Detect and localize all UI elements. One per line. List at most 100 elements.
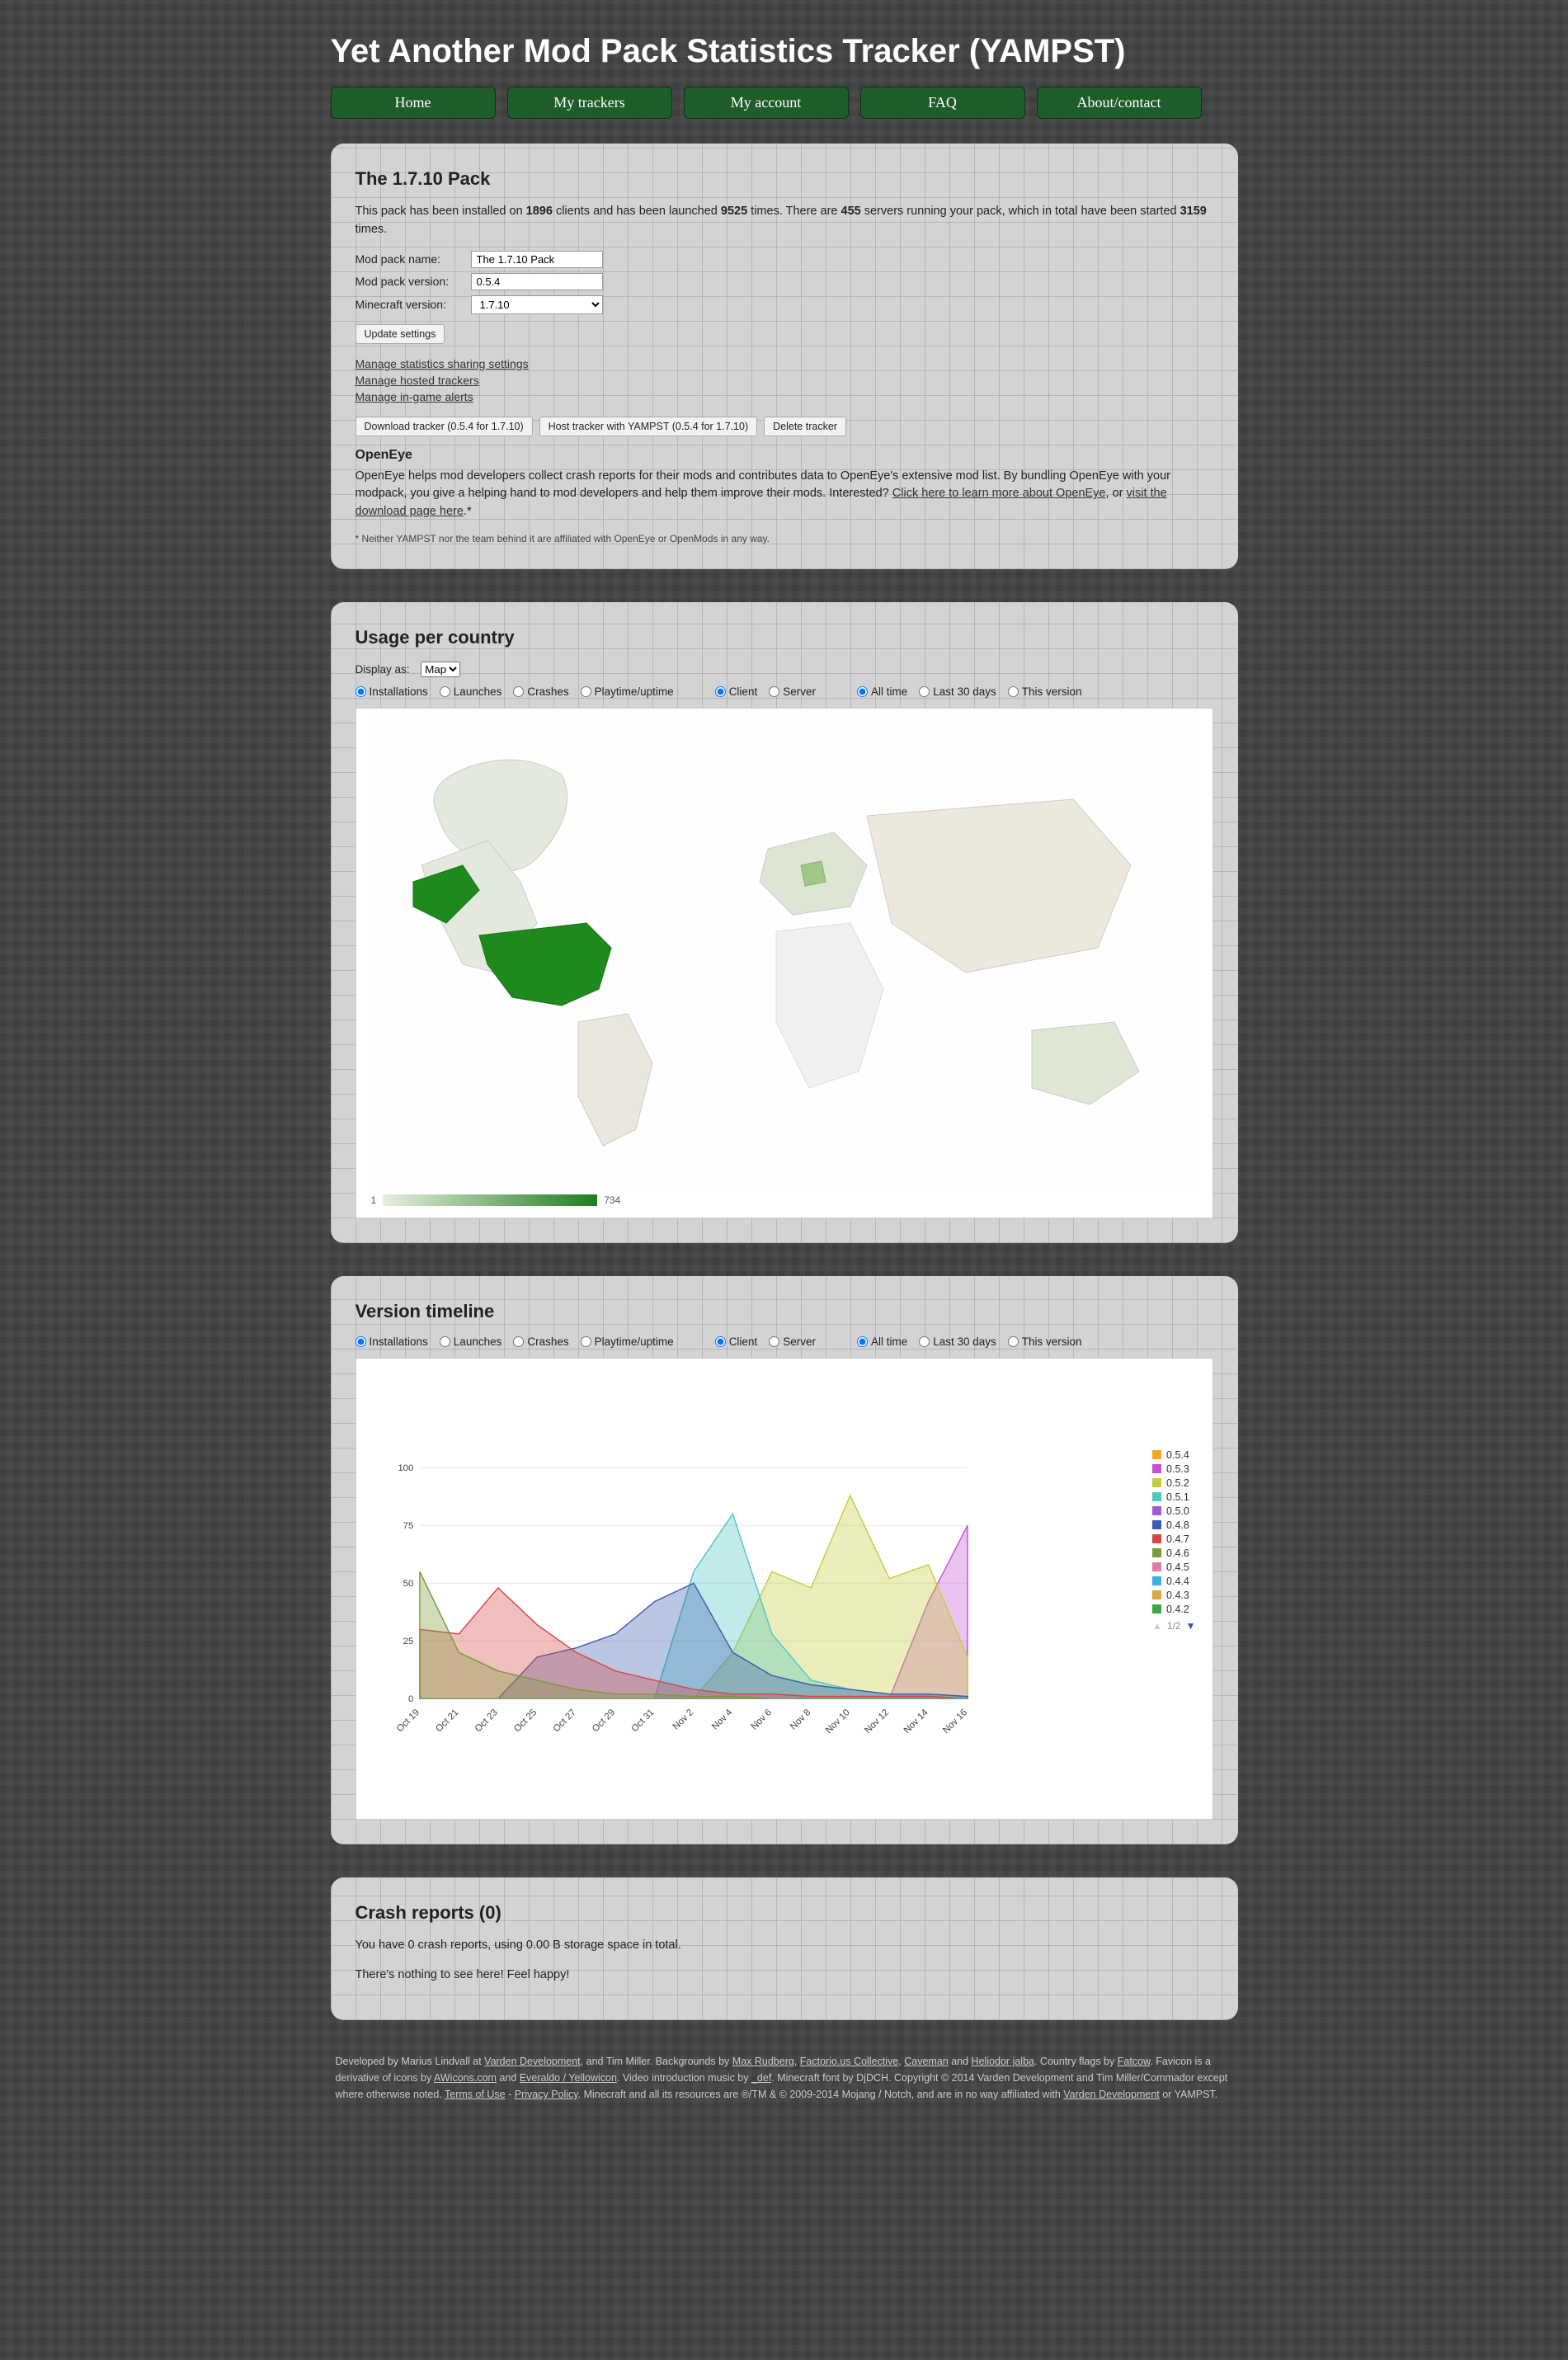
radio-tt-last-30-days[interactable]: Last 30 days [919,1335,996,1348]
radio-ut-all-time[interactable]: All time [857,685,907,698]
legend-item: 0.5.1 [1152,1491,1195,1503]
svg-text:50: 50 [403,1579,413,1589]
timeline-panel: Version timeline Installations Launches Cr… [331,1276,1238,1844]
legend-item: 0.4.6 [1152,1547,1195,1559]
pack-stats-text: This pack has been installed on 1896 cli… [356,203,1213,239]
main-nav: Home My trackers My account FAQ About/co… [331,87,1238,119]
radio-um-crashes[interactable]: Crashes [513,685,568,698]
nav-account[interactable]: My account [684,87,849,119]
nav-about[interactable]: About/contact [1037,87,1202,119]
footer-link[interactable]: Varden Development [1063,2089,1160,2100]
radio-um-installations[interactable]: Installations [356,685,428,698]
svg-text:Oct 25: Oct 25 [512,1708,539,1734]
timeline-svg: 0255075100Oct 19Oct 21Oct 23Oct 25Oct 27… [373,1383,983,1779]
nav-home[interactable]: Home [331,87,496,119]
svg-text:75: 75 [403,1521,413,1531]
radio-tm-crashes[interactable]: Crashes [513,1335,568,1348]
delete-tracker-button[interactable]: Delete tracker [764,417,846,436]
manage-hosted-link[interactable]: Manage hosted trackers [356,374,1213,387]
footer: Developed by Marius Lindvall at Varden D… [331,2053,1238,2103]
manage-alerts-link[interactable]: Manage in-game alerts [356,390,1213,403]
crash-line2: There's nothing to see here! Feel happy! [356,1967,1213,1985]
timeline-chart[interactable]: 0255075100Oct 19Oct 21Oct 23Oct 25Oct 27… [356,1358,1213,1820]
legend-item: 0.5.4 [1152,1449,1195,1461]
legend-item: 0.4.3 [1152,1590,1195,1601]
crash-panel: Crash reports (0) You have 0 crash repor… [331,1877,1238,2021]
radio-ut-last-30-days[interactable]: Last 30 days [919,685,996,698]
timeline-legend: 0.5.40.5.30.5.20.5.10.5.00.4.80.4.70.4.6… [1152,1449,1195,1634]
pack-panel: The 1.7.10 Pack This pack has been insta… [331,144,1238,569]
radio-us-client[interactable]: Client [715,685,758,698]
radio-ts-server[interactable]: Server [769,1335,816,1348]
usage-filters: Installations Launches Crashes Playtime/upt… [356,685,1213,698]
display-as-select[interactable]: Map [421,662,460,677]
svg-text:Nov 2: Nov 2 [671,1708,695,1731]
radio-um-playtime-uptime[interactable]: Playtime/uptime [581,685,674,698]
legend-item: 0.5.0 [1152,1505,1195,1517]
radio-ts-client[interactable]: Client [715,1335,758,1348]
legend-pager[interactable]: ▲ 1/2 ▼ [1152,1620,1195,1632]
openeye-learn-link[interactable]: Click here to learn more about OpenEye [892,487,1106,500]
footer-link[interactable]: AWicons.com [434,2072,497,2084]
legend-min: 1 [371,1194,377,1206]
timeline-title: Version timeline [356,1301,1213,1322]
openeye-heading: OpenEye [356,448,1213,463]
footer-link[interactable]: Fatcow [1118,2056,1151,2067]
svg-text:Oct 21: Oct 21 [434,1708,460,1734]
svg-text:0: 0 [408,1694,413,1704]
footer-link[interactable]: _def [751,2072,771,2084]
radio-tm-installations[interactable]: Installations [356,1335,428,1348]
svg-text:Nov 6: Nov 6 [749,1708,773,1731]
footer-link[interactable]: Everaldo / Yellowicon [520,2072,617,2084]
usage-title: Usage per country [356,627,1213,648]
crash-line1: You have 0 crash reports, using 0.00 B s… [356,1937,1213,1955]
radio-us-server[interactable]: Server [769,685,816,698]
radio-tt-all-time[interactable]: All time [857,1335,907,1348]
legend-item: 0.4.7 [1152,1533,1195,1545]
manage-sharing-link[interactable]: Manage statistics sharing settings [356,357,1213,370]
legend-item: 0.4.5 [1152,1562,1195,1573]
svg-text:Oct 27: Oct 27 [551,1708,577,1734]
footer-link[interactable]: Heliodor jalba [972,2056,1034,2067]
map-svg [365,717,1204,1187]
svg-text:Nov 14: Nov 14 [902,1708,930,1736]
footer-link[interactable]: Caveman [904,2056,949,2067]
legend-max: 734 [604,1194,620,1206]
pack-title: The 1.7.10 Pack [356,168,1213,190]
svg-text:Oct 29: Oct 29 [591,1708,617,1734]
mc-version-label: Minecraft version: [356,298,471,311]
svg-text:25: 25 [403,1637,413,1646]
download-tracker-button[interactable]: Download tracker (0.5.4 for 1.7.10) [356,417,533,436]
legend-item: 0.5.2 [1152,1477,1195,1489]
mc-version-select[interactable]: 1.7.10 [471,295,603,314]
svg-text:Nov 8: Nov 8 [788,1708,812,1731]
svg-text:Oct 19: Oct 19 [394,1708,421,1734]
display-as-label: Display as: [356,663,410,676]
pack-version-input[interactable] [471,273,603,290]
legend-item: 0.4.8 [1152,1519,1195,1531]
nav-trackers[interactable]: My trackers [507,87,672,119]
host-tracker-button[interactable]: Host tracker with YAMPST (0.5.4 for 1.7.… [539,417,757,436]
pack-version-label: Mod pack version: [356,275,471,288]
legend-item: 0.4.2 [1152,1604,1195,1615]
crash-title: Crash reports (0) [356,1902,1213,1924]
radio-um-launches[interactable]: Launches [440,685,502,698]
svg-text:Nov 12: Nov 12 [863,1708,891,1736]
radio-ut-this-version[interactable]: This version [1008,685,1082,698]
pack-name-label: Mod pack name: [356,252,471,266]
footer-link[interactable]: Privacy Policy [515,2089,578,2100]
svg-text:100: 100 [398,1463,413,1473]
footer-link[interactable]: Max Rudberg [732,2056,794,2067]
footer-link[interactable]: Factorio.us Collective [800,2056,899,2067]
radio-tm-playtime-uptime[interactable]: Playtime/uptime [581,1335,674,1348]
pack-name-input[interactable] [471,251,603,268]
nav-faq[interactable]: FAQ [860,87,1025,119]
radio-tt-this-version[interactable]: This version [1008,1335,1082,1348]
footer-link[interactable]: Varden Development [484,2056,581,2067]
radio-tm-launches[interactable]: Launches [440,1335,502,1348]
footer-link[interactable]: Terms of Use [445,2089,506,2100]
update-settings-button[interactable]: Update settings [356,324,445,344]
svg-text:Nov 16: Nov 16 [941,1708,969,1736]
world-map[interactable]: 1 734 [356,708,1213,1218]
legend-gradient [383,1194,597,1206]
